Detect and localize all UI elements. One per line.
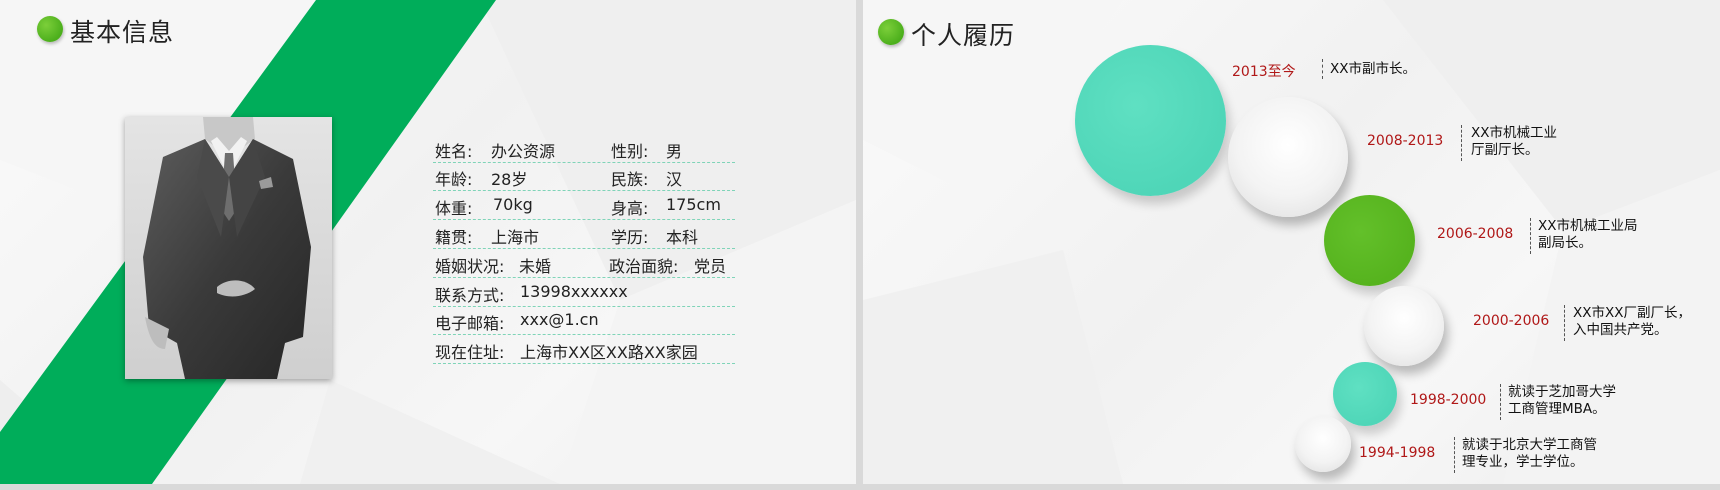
label-email: 电子邮箱:	[435, 314, 505, 333]
value-email: xxx@1.cn	[520, 310, 599, 329]
title-bullet-icon	[878, 19, 904, 45]
timeline-year-6: 1994-1998	[1359, 445, 1436, 461]
slide-title: 基本信息	[70, 18, 175, 47]
timeline-desc-2: XX市机械工业 厅副厅长。	[1471, 125, 1557, 158]
timeline-year-1: 2013至今	[1232, 64, 1296, 80]
timeline-circle-2	[1228, 97, 1348, 217]
label-education: 学历:	[611, 228, 649, 247]
timeline-year-5: 1998-2000	[1410, 392, 1487, 408]
label-address: 现在住址:	[435, 343, 505, 362]
label-weight: 体重:	[435, 199, 473, 218]
value-political: 党员	[694, 257, 727, 276]
timeline-circle-4	[1364, 286, 1444, 366]
info-row-origin-education: 籍贯: 上海市 学历: 本科	[433, 220, 735, 249]
timeline-circle-3	[1324, 195, 1415, 286]
value-name: 办公资源	[491, 142, 556, 161]
timeline-separator-4	[1564, 305, 1565, 341]
value-ethnicity: 汉	[666, 170, 683, 189]
timeline-circle-1	[1075, 45, 1226, 196]
info-row-email: 电子邮箱: xxx@1.cn	[433, 306, 735, 335]
info-row-marital-political: 婚姻状况: 未婚 政治面貌: 党员	[433, 249, 735, 278]
timeline-desc-4: XX市XX厂副厂长， 入中国共产党。	[1573, 305, 1691, 338]
portrait-photo	[125, 117, 332, 379]
info-row-contact: 联系方式: 13998xxxxxx	[433, 278, 735, 307]
label-contact: 联系方式:	[435, 286, 505, 305]
slide-title: 个人履历	[911, 21, 1016, 50]
timeline-circle-5	[1333, 362, 1397, 426]
value-weight: 70kg	[493, 195, 533, 214]
timeline-desc-1: XX市副市长。	[1330, 61, 1416, 77]
timeline-year-2: 2008-2013	[1367, 133, 1444, 149]
value-address: 上海市XX区XX路XX家园	[520, 343, 698, 362]
timeline-separator-5	[1500, 384, 1501, 420]
timeline-desc-6: 就读于北京大学工商管 理专业，学士学位。	[1462, 437, 1597, 470]
label-ethnicity: 民族:	[611, 170, 649, 189]
slide-basic-info: 基本信息 姓名: 办公资源 性别: 男 年龄: 28岁 民族: 汉 体重: 70…	[0, 0, 856, 484]
value-education: 本科	[666, 228, 699, 247]
info-row-address: 现在住址: 上海市XX区XX路XX家园	[433, 335, 735, 364]
info-row-name-gender: 姓名: 办公资源 性别: 男	[433, 134, 735, 163]
slide-resume: 个人履历 2013至今 XX市副市长。 2008-2013 XX市机械工业 厅副…	[863, 0, 1720, 484]
label-age: 年龄:	[435, 170, 473, 189]
label-name: 姓名:	[435, 142, 473, 161]
value-gender: 男	[666, 142, 683, 161]
label-gender: 性别:	[611, 142, 649, 161]
timeline-year-3: 2006-2008	[1437, 226, 1514, 242]
value-origin: 上海市	[491, 228, 540, 247]
timeline-separator-6	[1454, 437, 1455, 473]
timeline-separator-2	[1461, 125, 1462, 161]
timeline-desc-3: XX市机械工业局 副局长。	[1538, 218, 1638, 251]
value-height: 175cm	[666, 195, 721, 214]
info-row-weight-height: 体重: 70kg 身高: 175cm	[433, 191, 735, 220]
value-contact: 13998xxxxxx	[520, 282, 628, 301]
value-age: 28岁	[491, 170, 528, 189]
timeline-separator-3	[1530, 218, 1531, 254]
label-political: 政治面貌:	[609, 257, 679, 276]
info-row-age-ethnicity: 年龄: 28岁 民族: 汉	[433, 162, 735, 191]
timeline-desc-5: 就读于芝加哥大学 工商管理MBA。	[1508, 384, 1616, 417]
label-marital: 婚姻状况:	[435, 257, 505, 276]
timeline-year-4: 2000-2006	[1473, 313, 1550, 329]
label-height: 身高:	[611, 199, 649, 218]
timeline-circle-6	[1295, 416, 1351, 472]
timeline-separator-1	[1322, 59, 1323, 79]
value-marital: 未婚	[519, 257, 552, 276]
title-bullet-icon	[37, 16, 63, 42]
label-origin: 籍贯:	[435, 228, 473, 247]
man-in-suit-image	[143, 117, 311, 379]
